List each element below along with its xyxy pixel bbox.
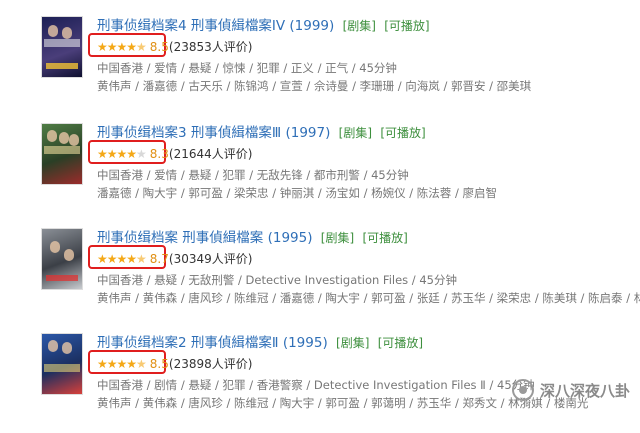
star-rating-icon: ★★★★★ xyxy=(97,40,147,54)
item-title-link[interactable]: 刑事侦缉档案 刑事偵緝檔案 (1995) xyxy=(97,230,312,246)
rating-score: 8.3 xyxy=(149,147,169,161)
item-meta: 中国香港 / 悬疑 / 无敌刑警 / Detective Investigati… xyxy=(97,273,457,287)
item-title-link[interactable]: 刑事侦缉档案4 刑事偵緝檔案IV (1999) xyxy=(97,18,334,34)
watermark: 深八深夜八卦 xyxy=(511,379,630,401)
rating-score: 8.5 xyxy=(149,40,169,54)
item-title-link[interactable]: 刑事侦缉档案2 刑事偵緝檔案Ⅱ (1995) xyxy=(97,335,328,351)
item-meta: 中国香港 / 剧情 / 悬疑 / 犯罪 / 香港警察 / Detective I… xyxy=(97,378,535,392)
star-rating-icon: ★★★★★ xyxy=(97,252,147,266)
tag-playable[interactable]: [可播放] xyxy=(362,231,407,245)
poster-image[interactable] xyxy=(41,123,83,185)
item-cast: 黄伟声 / 潘嘉德 / 古天乐 / 陈锦鸿 / 宣萱 / 佘诗曼 / 李珊珊 /… xyxy=(97,79,532,93)
tag-series[interactable]: [剧集] xyxy=(321,231,354,245)
item-cast: 黄伟声 / 黄伟森 / 唐风珍 / 陈维冠 / 潘嘉德 / 陶大宇 / 郭可盈 … xyxy=(97,291,640,305)
tag-playable[interactable]: [可播放] xyxy=(378,336,423,350)
rating-count: (23853人评价) xyxy=(168,40,253,54)
rating-count: (23898人评价) xyxy=(168,357,253,371)
item-meta: 中国香港 / 爱情 / 悬疑 / 犯罪 / 无敌先锋 / 都市刑警 / 45分钟 xyxy=(97,168,409,182)
list-item: 刑事侦缉档案 刑事偵緝檔案 (1995) [剧集] [可播放] ★★★★★ 8.7… xyxy=(0,228,640,328)
list-item: 刑事侦缉档案3 刑事偵緝檔案Ⅲ (1997) [剧集] [可播放] ★★★★★ 8… xyxy=(0,123,640,223)
rating-row: ★★★★★ 8.5(23853人评价) xyxy=(97,38,252,56)
rating-row: ★★★★★ 8.3(21644人评价) xyxy=(97,145,252,163)
rating-score: 8.7 xyxy=(149,252,169,266)
item-meta: 中国香港 / 爱情 / 悬疑 / 惊悚 / 犯罪 / 正义 / 正气 / 45分… xyxy=(97,61,397,75)
rating-row: ★★★★★ 8.5(23898人评价) xyxy=(97,355,252,373)
tag-series[interactable]: [剧集] xyxy=(339,126,372,140)
rating-count: (21644人评价) xyxy=(168,147,253,161)
list-item: 刑事侦缉档案4 刑事偵緝檔案IV (1999) [剧集] [可播放] ★★★★★… xyxy=(0,16,640,116)
item-cast: 潘嘉德 / 陶大宇 / 郭可盈 / 梁荣忠 / 钟丽淇 / 汤宝如 / 杨婉仪 … xyxy=(97,186,497,200)
tag-series[interactable]: [剧集] xyxy=(343,19,376,33)
star-rating-icon: ★★★★★ xyxy=(97,147,147,161)
rating-row: ★★★★★ 8.7(30349人评价) xyxy=(97,250,252,268)
poster-image[interactable] xyxy=(41,228,83,290)
tag-playable[interactable]: [可播放] xyxy=(384,19,429,33)
tag-playable[interactable]: [可播放] xyxy=(380,126,425,140)
rating-count: (30349人评价) xyxy=(168,252,253,266)
item-title-link[interactable]: 刑事侦缉档案3 刑事偵緝檔案Ⅲ (1997) xyxy=(97,125,330,141)
star-rating-icon: ★★★★★ xyxy=(97,357,147,371)
wechat-icon xyxy=(511,379,534,401)
tag-series[interactable]: [剧集] xyxy=(336,336,369,350)
watermark-text: 深八深夜八卦 xyxy=(539,381,630,400)
rating-score: 8.5 xyxy=(149,357,169,371)
poster-image[interactable] xyxy=(41,333,83,395)
poster-image[interactable] xyxy=(41,16,83,78)
